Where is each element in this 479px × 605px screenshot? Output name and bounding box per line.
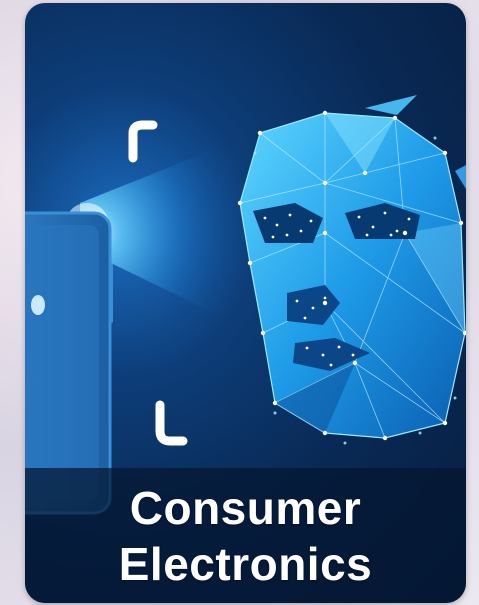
consumer-electronics-card[interactable]: Consumer Electronics	[25, 3, 466, 603]
shard-decoration	[365, 95, 417, 115]
card-title-line-1: Consumer	[129, 481, 362, 534]
card-title-line-2: Electronics	[118, 537, 373, 590]
shard-decoration	[455, 165, 466, 189]
face-scan-icon	[237, 110, 466, 445]
page: Consumer Electronics	[0, 0, 479, 605]
card-caption: Consumer Electronics	[25, 468, 466, 603]
